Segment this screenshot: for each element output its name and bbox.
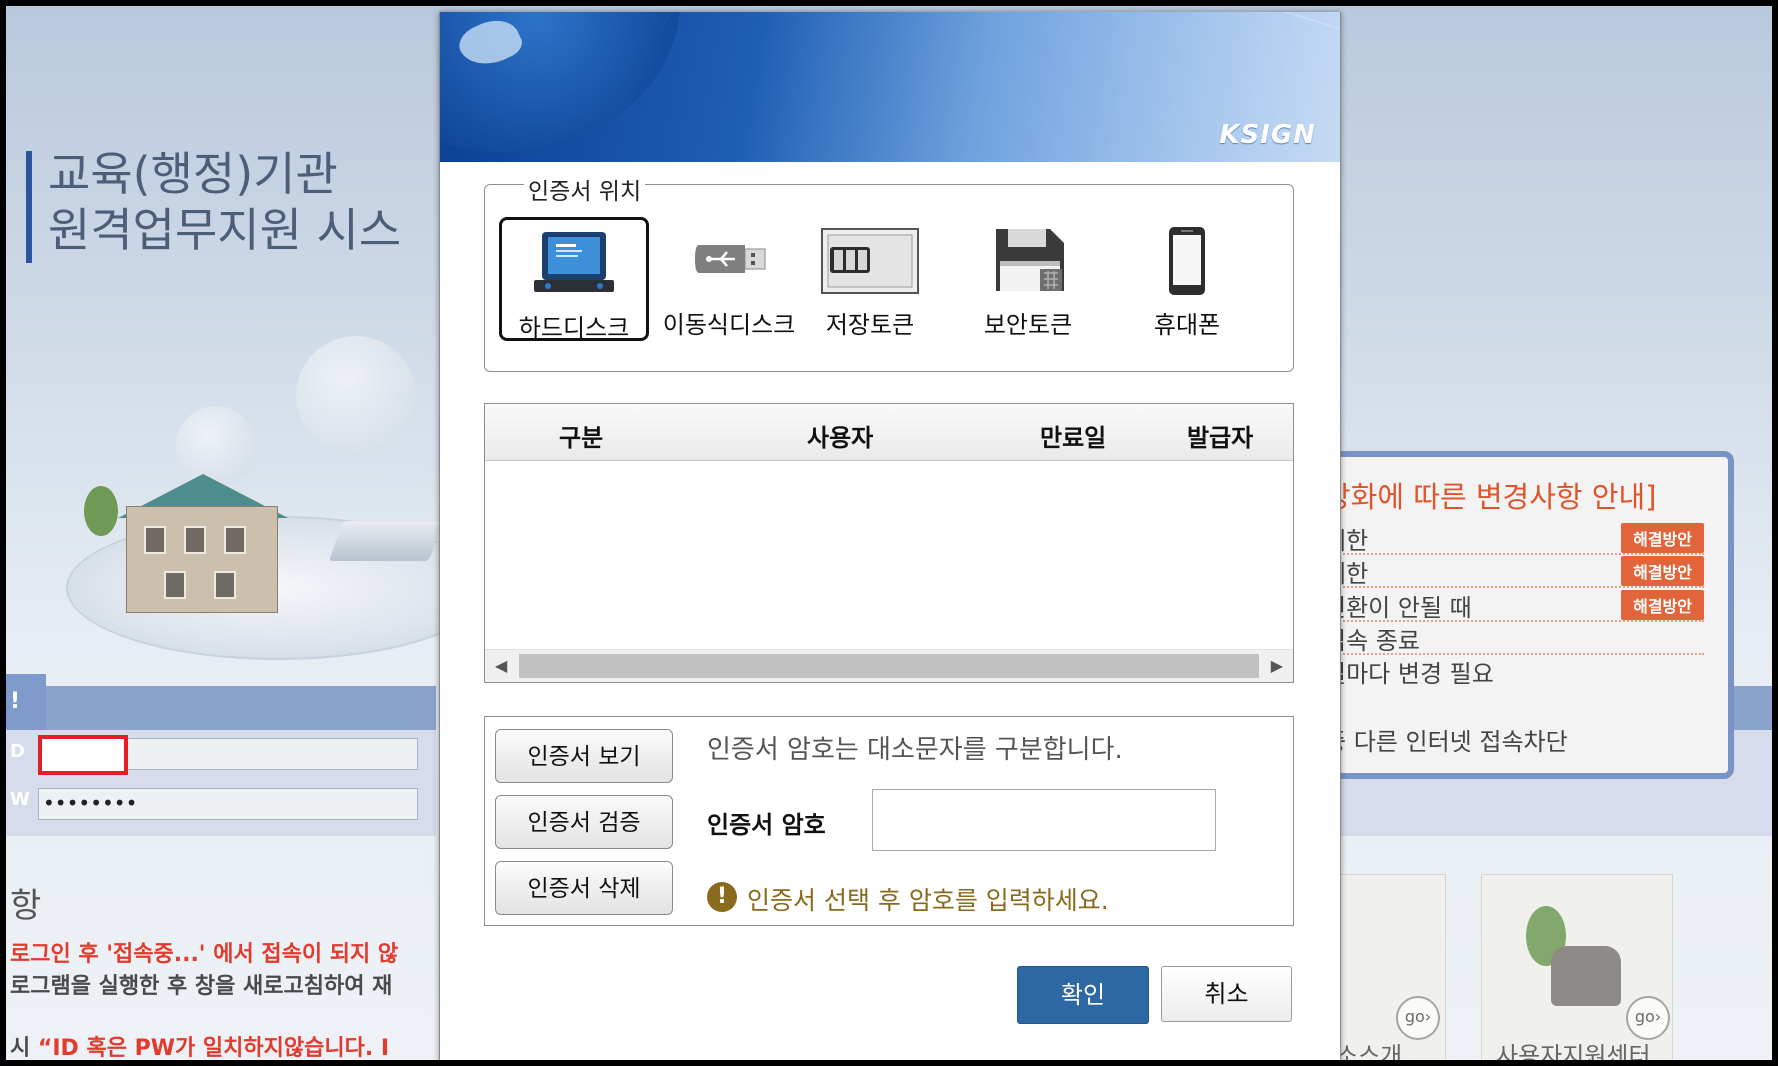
ksign-logo: KSIGN [1219,120,1316,150]
column-header-expiry[interactable]: 만료일 [1040,418,1106,453]
column-header-issuer[interactable]: 발급자 [1187,418,1253,453]
title-accent-bar [26,151,32,263]
card-label: 소스개 [1336,1042,1403,1060]
info-row[interactable]: 접속 종료 [1324,621,1704,655]
decorative-bubble [296,336,416,456]
house-illustration [126,506,278,613]
column-header-user[interactable]: 사용자 [807,418,873,453]
info-row[interactable]: 제한 해결방안 [1324,521,1704,555]
hard-disk-icon [534,232,614,292]
pw-label: W [10,789,30,810]
horizontal-scrollbar[interactable]: ◀ ▶ [485,649,1293,682]
login-password-input[interactable]: •••••••• [38,788,418,820]
location-label: 보안토큰 [983,311,1073,339]
location-security-token[interactable]: 보안토큰 [953,217,1103,341]
usb-drive-icon [695,245,766,273]
storage-token-icon [821,228,919,294]
go-button[interactable]: go› [1626,996,1670,1040]
delete-certificate-button[interactable]: 인증서 삭제 [495,861,673,915]
ok-button[interactable]: 확인 [1017,966,1149,1024]
id-label: D [10,741,25,762]
security-token-icon [996,229,1064,291]
notice-line: 시 “ID 혹은 PW가 일치하지않습니다. I [10,1030,389,1060]
info-row-text: 변환이 안될 때 [1324,594,1472,622]
house-window [144,526,166,554]
house-window [224,526,246,554]
certificate-location-legend: 인증서 위치 [524,172,646,206]
info-row-text: 일마다 변경 필요 [1324,660,1494,688]
login-tab[interactable]: ! [6,674,46,730]
table-header: 구분 사용자 만료일 발급자 [485,404,1293,461]
house-window [184,526,206,554]
certificate-dialog: KSIGN 인증서 위치 하드디스크 이동식디스크 저장토큰 보안토큰 휴대폰 … [439,12,1341,1060]
notice-prefix: 시 [10,1036,38,1060]
password-panel: 인증서 보기 인증서 검증 인증서 삭제 인증서 암호는 대소문자를 구분합니다… [484,716,1294,926]
solution-badge[interactable]: 해결방안 [1621,590,1704,620]
certificate-password-input[interactable] [872,789,1216,851]
warning-message: 인증서 선택 후 암호를 입력하세요. [747,886,1109,915]
notice-error-text: “ID 혹은 PW가 일치하지않습니다. I [37,1036,390,1060]
info-row[interactable]: 변환이 안될 때 해결방안 [1324,588,1704,622]
login-panel-header [6,686,436,730]
house-window [214,571,236,599]
card-label: 사용자지원센터 [1496,1042,1651,1060]
info-row[interactable]: 제한 해결방안 [1324,554,1704,588]
verify-certificate-button[interactable]: 인증서 검증 [495,795,673,849]
location-mobile-phone[interactable]: 휴대폰 [1112,217,1262,341]
go-button[interactable]: go› [1396,996,1440,1040]
site-title: 교육(행정)기관 원격업무지원 시스 [48,146,401,258]
notice-line: 로그램을 실행한 후 창을 새로고침하여 재 [10,974,393,999]
location-storage-token[interactable]: 저장토큰 [795,217,945,341]
solution-badge[interactable]: 해결방안 [1621,523,1704,553]
house-window [164,571,186,599]
notice-heading: 항 [10,886,42,926]
scrollbar-thumb[interactable] [519,654,1259,678]
location-hard-disk[interactable]: 하드디스크 [499,217,649,342]
site-title-line2: 원격업무지원 시스 [48,203,402,257]
telephone-illustration [1551,946,1621,1006]
view-certificate-button[interactable]: 인증서 보기 [495,729,673,783]
id-input-highlight[interactable] [38,735,128,775]
scroll-left-icon[interactable]: ◀ [495,656,507,675]
info-row[interactable]: 일마다 변경 필요 [1324,654,1704,688]
cancel-button[interactable]: 취소 [1161,966,1292,1022]
notice-line: 로그인 후 '접속중...' 에서 접속이 되지 않 [10,942,399,967]
location-label: 이동식디스크 [662,311,796,339]
mobile-phone-icon [1169,227,1205,295]
info-notice-title: 강화에 따른 변경사항 안내] [1324,480,1657,514]
location-label: 저장토큰 [825,311,915,339]
background-page-left: 교육(행정)기관 원격업무지원 시스 ! D W •••••••• 항 로그인 … [6,6,490,1060]
password-case-hint: 인증서 암호는 대소문자를 구분합니다. [707,735,1123,765]
certificate-list-table[interactable]: 구분 사용자 만료일 발급자 ◀ ▶ [484,403,1294,683]
location-removable-disk[interactable]: 이동식디스크 [654,217,804,341]
location-label: 하드디스크 [518,314,630,342]
site-title-line1: 교육(행정)기관 [48,147,338,201]
info-row[interactable]: 중 다른 인터넷 접속차단 [1324,722,1568,757]
laptop-illustration [328,521,444,561]
dialog-banner: KSIGN [440,12,1340,162]
column-header-category[interactable]: 구분 [559,418,603,453]
scroll-right-icon[interactable]: ▶ [1271,656,1283,675]
tree-illustration [84,486,118,536]
location-label: 휴대폰 [1153,311,1221,339]
warning-icon: ! [707,882,737,912]
certificate-password-label: 인증서 암호 [707,811,826,839]
solution-badge[interactable]: 해결방안 [1621,556,1704,586]
screen-frame: 교육(행정)기관 원격업무지원 시스 ! D W •••••••• 항 로그인 … [6,6,1772,1060]
